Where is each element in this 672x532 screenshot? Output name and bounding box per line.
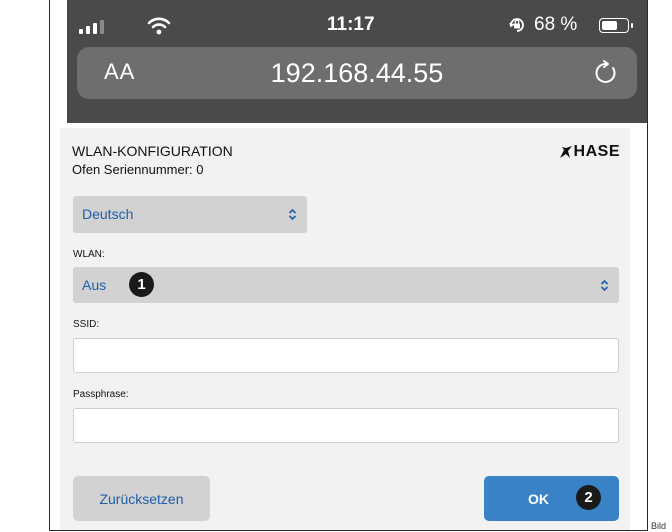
ssid-label: SSID: (73, 319, 100, 330)
battery-tip (631, 23, 633, 28)
wlan-config-form: WLAN-KONFIGURATION Ofen Seriennummer: 0 … (60, 128, 630, 530)
address-bar[interactable]: AA 192.168.44.55 (77, 47, 637, 99)
language-select[interactable]: Deutsch (73, 196, 307, 233)
wlan-label: WLAN: (73, 249, 105, 260)
battery-fill (602, 21, 617, 30)
ssid-input[interactable] (73, 338, 619, 373)
orientation-lock-icon (509, 18, 524, 32)
wlan-select[interactable]: Aus (73, 267, 619, 303)
ok-label: OK (528, 491, 549, 507)
hase-logo: HASE (559, 142, 620, 162)
hase-logo-icon (559, 146, 572, 158)
wlan-value: Aus (82, 277, 107, 293)
clock-time: 11:17 (327, 14, 375, 35)
figure-caption: Bild (651, 521, 667, 531)
illustration-frame: 11:17 68 % AA 192.168.44.55 WLAN-KONFIGU… (49, 0, 648, 531)
page-title: WLAN-KONFIGURATION (72, 143, 233, 159)
chevron-up-down-icon (600, 279, 609, 292)
url-text[interactable]: 192.168.44.55 (77, 58, 637, 89)
callout-marker-1: 1 (129, 272, 154, 297)
phone-status-bar: 11:17 68 % AA 192.168.44.55 (67, 0, 647, 123)
battery-percentage: 68 % (534, 14, 578, 35)
signal-icon (79, 20, 104, 34)
serial-number: Ofen Seriennummer: 0 (72, 162, 204, 177)
callout-marker-2: 2 (576, 485, 601, 510)
logo-text: HASE (573, 143, 620, 160)
battery-icon (599, 18, 629, 33)
language-value: Deutsch (82, 206, 134, 222)
wifi-icon (147, 17, 171, 35)
passphrase-input[interactable] (73, 408, 619, 443)
reload-icon[interactable] (593, 60, 619, 86)
reset-button[interactable]: Zurücksetzen (73, 476, 210, 521)
chevron-up-down-icon (288, 208, 297, 221)
passphrase-label: Passphrase: (73, 389, 129, 400)
